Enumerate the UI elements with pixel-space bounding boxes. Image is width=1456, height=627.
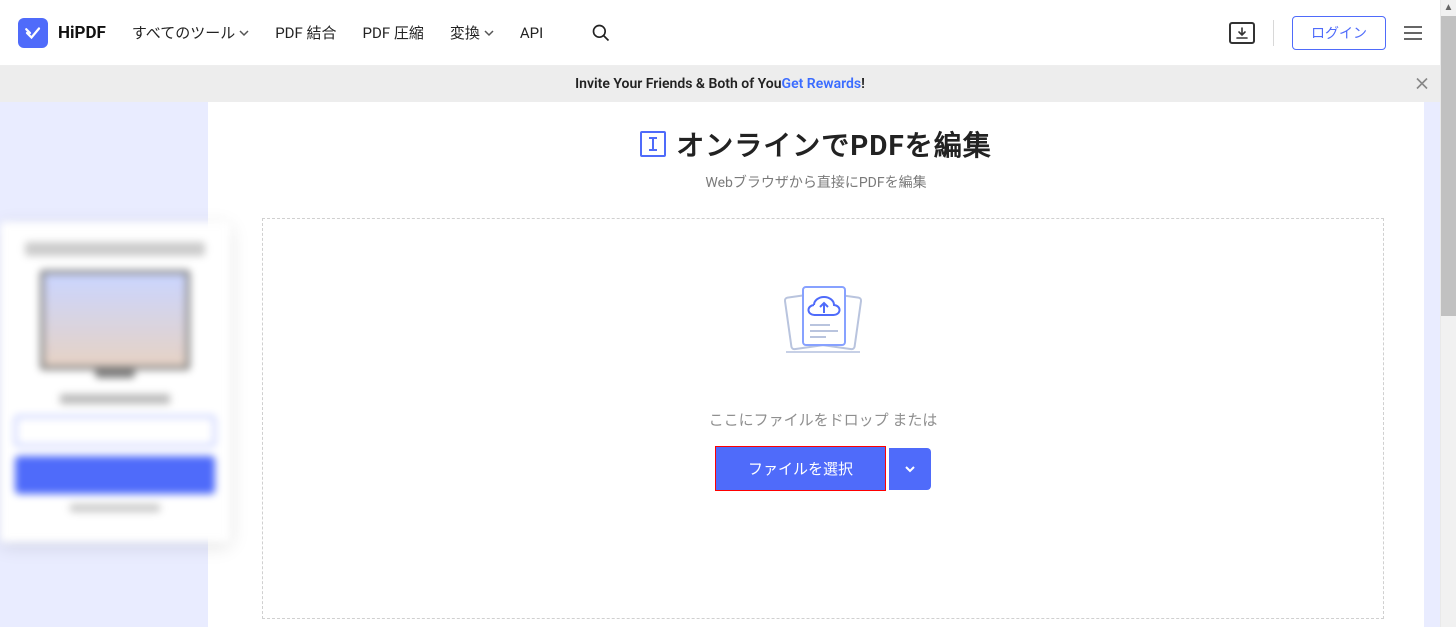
nav-compress-label: PDF 圧縮: [363, 22, 424, 43]
scroll-thumb[interactable]: [1441, 16, 1456, 316]
search-icon: [591, 23, 611, 43]
file-drop-zone[interactable]: ここにファイルをドロップ または ファイルを選択: [262, 218, 1384, 619]
content-card: オンラインでPDFを編集 Webブラウザから直接にPDFを編集 ここにファイルを…: [208, 102, 1424, 627]
page-body: オンラインでPDFを編集 Webブラウザから直接にPDFを編集 ここにファイルを…: [0, 102, 1440, 627]
menu-button[interactable]: [1404, 26, 1422, 40]
brand-mark-icon: [18, 18, 48, 48]
side-promo-popup[interactable]: [0, 222, 230, 542]
choose-file-button[interactable]: ファイルを選択: [715, 446, 886, 491]
nav-api-label: API: [520, 24, 543, 42]
promo-link[interactable]: Get Rewards: [782, 76, 862, 92]
popup-title-placeholder: [25, 242, 205, 256]
nav-convert-label: 変換: [450, 22, 480, 43]
upload-illustration-icon: [768, 279, 878, 359]
hamburger-icon: [1404, 26, 1422, 28]
drop-instruction-text: ここにファイルをドロップ または: [263, 409, 1383, 430]
nav-all-tools[interactable]: すべてのツール: [132, 22, 249, 43]
nav-compress[interactable]: PDF 圧縮: [363, 22, 424, 43]
main-header: HiPDF すべてのツール PDF 結合 PDF 圧縮 変換 API: [0, 0, 1440, 66]
close-icon: [1416, 78, 1428, 90]
login-button[interactable]: ログイン: [1292, 16, 1386, 50]
nav-all-tools-label: すべてのツール: [132, 22, 235, 43]
chevron-down-icon: [903, 462, 917, 476]
page-title: オンラインでPDFを編集: [676, 124, 992, 164]
brand-name: HiPDF: [58, 23, 106, 43]
popup-subtitle-placeholder: [60, 394, 170, 404]
header-right: ログイン: [1229, 16, 1422, 50]
nav-api[interactable]: API: [520, 24, 543, 42]
choose-file-row: ファイルを選択: [263, 446, 1383, 491]
nav-merge-label: PDF 結合: [275, 22, 336, 43]
search-button[interactable]: [591, 23, 611, 43]
popup-image-placeholder: [40, 270, 190, 370]
nav-convert[interactable]: 変換: [450, 22, 494, 43]
promo-text-suffix: !: [861, 76, 865, 92]
promo-close-button[interactable]: [1416, 75, 1428, 94]
nav-merge[interactable]: PDF 結合: [275, 22, 336, 43]
divider: [1273, 20, 1274, 46]
page-scrollbar[interactable]: ▲: [1440, 0, 1456, 627]
chevron-down-icon: [484, 28, 494, 38]
download-desktop-button[interactable]: [1229, 22, 1255, 44]
page-subtitle: Webブラウザから直接にPDFを編集: [208, 172, 1424, 192]
page-title-row: オンラインでPDFを編集: [208, 124, 1424, 164]
promo-banner: Invite Your Friends & Both of You Get Re…: [0, 66, 1440, 102]
promo-text-prefix: Invite Your Friends & Both of You: [575, 76, 781, 92]
popup-secondary-button[interactable]: [15, 416, 215, 446]
popup-primary-button[interactable]: [15, 456, 215, 494]
download-icon: [1236, 27, 1248, 39]
chevron-down-icon: [239, 28, 249, 38]
main-nav: すべてのツール PDF 結合 PDF 圧縮 変換 API: [132, 22, 611, 43]
edit-text-icon: [640, 131, 666, 157]
brand-logo[interactable]: HiPDF: [18, 18, 106, 48]
popup-footer-placeholder: [70, 504, 160, 512]
scroll-up-arrow-icon[interactable]: ▲: [1444, 0, 1454, 16]
choose-file-dropdown-button[interactable]: [889, 448, 931, 490]
